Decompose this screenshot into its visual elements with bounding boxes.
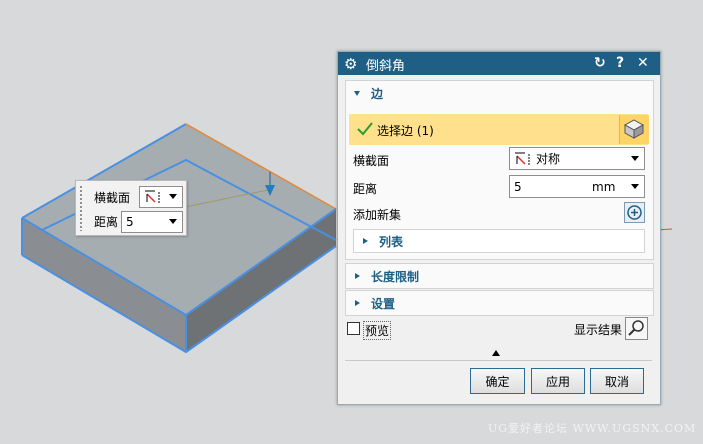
magnifier-icon xyxy=(628,320,644,336)
chamfer-dialog: ⚙ 倒斜角 ↻ ? ✕ 边 选择边 (1) 横截面 对称 距离 5 mm 添加新… xyxy=(337,51,661,405)
length-limit-title: 长度限制 xyxy=(371,269,420,284)
add-new-set-label: 添加新集 xyxy=(353,208,402,222)
select-edge-label: 选择边 (1) xyxy=(377,124,434,138)
edge-group-header[interactable]: 边 xyxy=(346,81,653,105)
divider xyxy=(345,360,652,361)
add-circle-icon xyxy=(627,205,642,220)
apply-button[interactable]: 应用 xyxy=(531,368,585,394)
dialog-titlebar: ⚙ 倒斜角 ↻ ? ✕ xyxy=(338,52,660,75)
edge-group: 边 选择边 (1) 横截面 对称 距离 5 mm 添加新集 列表 xyxy=(345,80,654,260)
chevron-down-icon xyxy=(169,194,177,199)
distance-input[interactable]: 5 mm xyxy=(509,175,645,198)
cancel-button[interactable]: 取消 xyxy=(590,368,644,394)
cross-section-dropdown[interactable]: 对称 xyxy=(509,147,645,170)
mini-cross-section-select[interactable] xyxy=(139,186,183,208)
length-limit-group[interactable]: 长度限制 xyxy=(345,263,654,289)
ok-button[interactable]: 确定 xyxy=(470,368,525,394)
select-edge-row[interactable]: 选择边 (1) xyxy=(349,114,649,145)
chevron-down-icon xyxy=(631,156,639,161)
expand-arrow-icon xyxy=(355,300,360,306)
edge-select-button[interactable] xyxy=(619,115,649,144)
settings-header[interactable]: 设置 xyxy=(346,291,653,315)
dialog-title: 倒斜角 xyxy=(366,59,406,74)
gear-icon: ⚙ xyxy=(344,55,358,73)
show-result-button[interactable] xyxy=(625,317,648,340)
watermark: UG爱好者论坛 WWW.UGSNX.COM xyxy=(488,422,697,435)
list-title: 列表 xyxy=(379,234,404,249)
settings-title: 设置 xyxy=(371,296,396,311)
checkmark-icon xyxy=(357,122,373,136)
preview-label: 预览 xyxy=(363,321,392,340)
mini-cross-section-label: 横截面 xyxy=(94,190,131,205)
mini-distance-value: 5 xyxy=(126,215,134,229)
symmetric-chamfer-icon xyxy=(515,152,530,165)
preview-checkbox[interactable] xyxy=(347,322,360,335)
grip-handle[interactable] xyxy=(79,185,83,231)
edge-group-title: 边 xyxy=(371,86,384,101)
add-new-set-button[interactable] xyxy=(624,202,645,223)
cross-section-value: 对称 xyxy=(536,152,561,166)
collapse-arrow-icon xyxy=(354,90,360,96)
expand-arrow-icon xyxy=(355,273,360,279)
settings-group[interactable]: 设置 xyxy=(345,290,654,316)
reset-icon[interactable]: ↻ xyxy=(594,55,606,71)
distance-label: 距离 xyxy=(353,182,378,196)
distance-unit: mm xyxy=(592,180,616,194)
cross-section-label: 横截面 xyxy=(353,154,390,168)
help-icon[interactable]: ? xyxy=(616,55,624,71)
list-subgroup-header[interactable]: 列表 xyxy=(353,229,645,253)
length-limit-header[interactable]: 长度限制 xyxy=(346,264,653,288)
mini-distance-input[interactable]: 5 xyxy=(121,211,183,233)
expand-arrow-icon xyxy=(363,238,368,244)
mini-input-panel: 横截面 距离 5 xyxy=(75,180,187,236)
chevron-down-icon xyxy=(631,184,639,189)
mini-row-cross-section: 横截面 xyxy=(94,186,134,208)
show-result-label: 显示结果 xyxy=(574,323,623,337)
cube-icon xyxy=(623,119,645,139)
collapse-dialog-icon[interactable] xyxy=(492,350,500,356)
distance-value: 5 xyxy=(514,179,522,194)
close-icon[interactable]: ✕ xyxy=(637,55,649,71)
symmetric-chamfer-icon xyxy=(145,190,160,203)
chevron-down-icon xyxy=(169,219,177,224)
